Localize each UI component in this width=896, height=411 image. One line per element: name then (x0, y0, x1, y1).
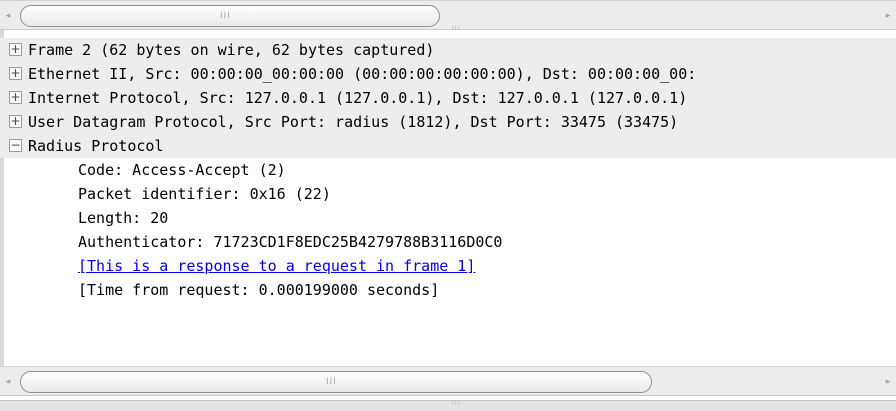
tree-child-code[interactable]: Code: Access-Accept (2) (0, 158, 896, 182)
tree-child-packet-identifier[interactable]: Packet identifier: 0x16 (22) (0, 182, 896, 206)
packet-details-tree: + Frame 2 (62 bytes on wire, 62 bytes ca… (0, 38, 896, 302)
tree-row-label: Ethernet II, Src: 00:00:00_00:00:00 (00:… (28, 65, 697, 83)
pane-splitter-grip-icon[interactable]: III (452, 400, 460, 407)
scrollbar-grip-icon: III (326, 377, 337, 387)
field-label: Authenticator: 71723CD1F8EDC25B4279788B3… (78, 233, 503, 251)
tree-row-ethernet[interactable]: + Ethernet II, Src: 00:00:00_00:00:00 (0… (0, 62, 896, 86)
field-label: Code: Access-Accept (2) (78, 161, 286, 179)
scrollbar-thumb[interactable]: III (20, 5, 440, 27)
tree-row-ip[interactable]: + Internet Protocol, Src: 127.0.0.1 (127… (0, 86, 896, 110)
tree-child-authenticator[interactable]: Authenticator: 71723CD1F8EDC25B4279788B3… (0, 230, 896, 254)
field-label: Packet identifier: 0x16 (22) (78, 185, 331, 203)
collapse-minus-icon[interactable]: − (9, 139, 22, 152)
tree-child-length[interactable]: Length: 20 (0, 206, 896, 230)
tree-child-response-link[interactable]: [This is a response to a request in fram… (0, 254, 896, 278)
expand-plus-icon[interactable]: + (9, 91, 22, 104)
tree-row-radius[interactable]: − Radius Protocol (0, 134, 896, 158)
tree-row-label: Frame 2 (62 bytes on wire, 62 bytes capt… (28, 41, 435, 59)
scroll-left-arrow-icon[interactable]: ◂ (0, 8, 16, 24)
tree-row-label: Radius Protocol (28, 137, 164, 155)
bottom-horizontal-scrollbar[interactable]: ◂ III ▸ (0, 366, 896, 396)
scroll-left-arrow-icon[interactable]: ◂ (0, 374, 16, 390)
scroll-right-arrow-icon[interactable]: ▸ (880, 8, 896, 24)
scrollbar-grip-icon: III (220, 11, 231, 21)
bytes-pane-edge: III (0, 400, 896, 411)
tree-row-udp[interactable]: + User Datagram Protocol, Src Port: radi… (0, 110, 896, 134)
scroll-right-arrow-icon[interactable]: ▸ (880, 374, 896, 390)
expand-plus-icon[interactable]: + (9, 67, 22, 80)
field-label: [Time from request: 0.000199000 seconds] (78, 281, 440, 299)
expand-plus-icon[interactable]: + (9, 115, 22, 128)
tree-child-time-from-request[interactable]: [Time from request: 0.000199000 seconds] (0, 278, 896, 302)
top-horizontal-scrollbar[interactable]: ◂ III III ▸ (0, 0, 896, 32)
tree-row-label: Internet Protocol, Src: 127.0.0.1 (127.0… (28, 89, 688, 107)
scrollbar-grip-icon: III (452, 25, 461, 32)
field-label: Length: 20 (78, 209, 169, 227)
tree-row-label: User Datagram Protocol, Src Port: radius… (28, 113, 679, 131)
tree-row-frame[interactable]: + Frame 2 (62 bytes on wire, 62 bytes ca… (0, 38, 896, 62)
expand-plus-icon[interactable]: + (9, 43, 22, 56)
scrollbar-thumb[interactable]: III (20, 371, 652, 393)
request-frame-link[interactable]: [This is a response to a request in fram… (78, 254, 475, 278)
